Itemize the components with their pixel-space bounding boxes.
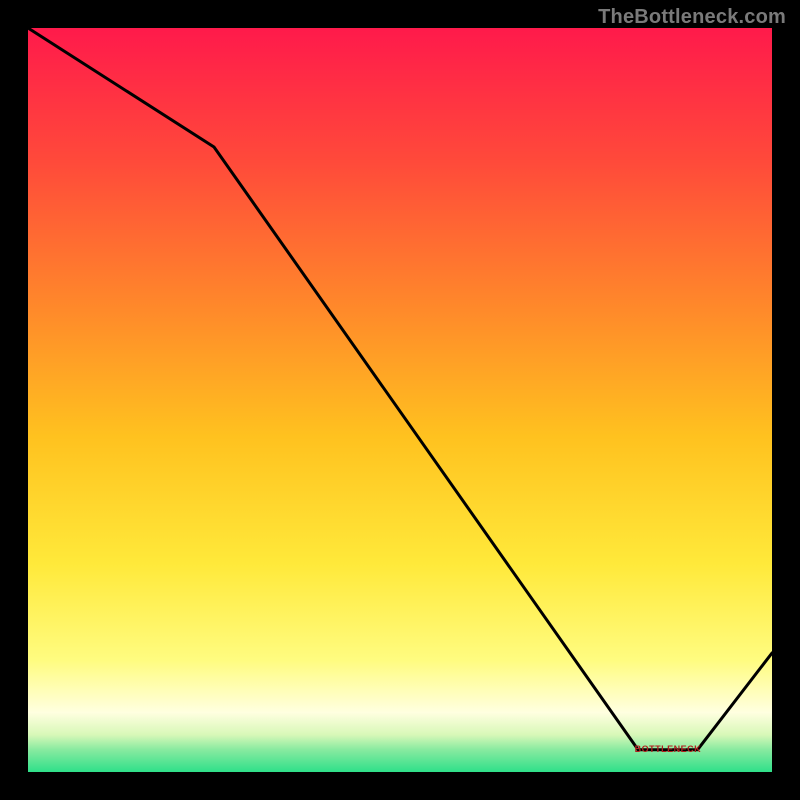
chart-line [28,28,772,772]
plot-area: BOTTLENECK [28,28,772,772]
chart-frame: TheBottleneck.com [0,0,800,800]
plot-inner: BOTTLENECK [28,28,772,772]
watermark-text: TheBottleneck.com [598,6,786,29]
